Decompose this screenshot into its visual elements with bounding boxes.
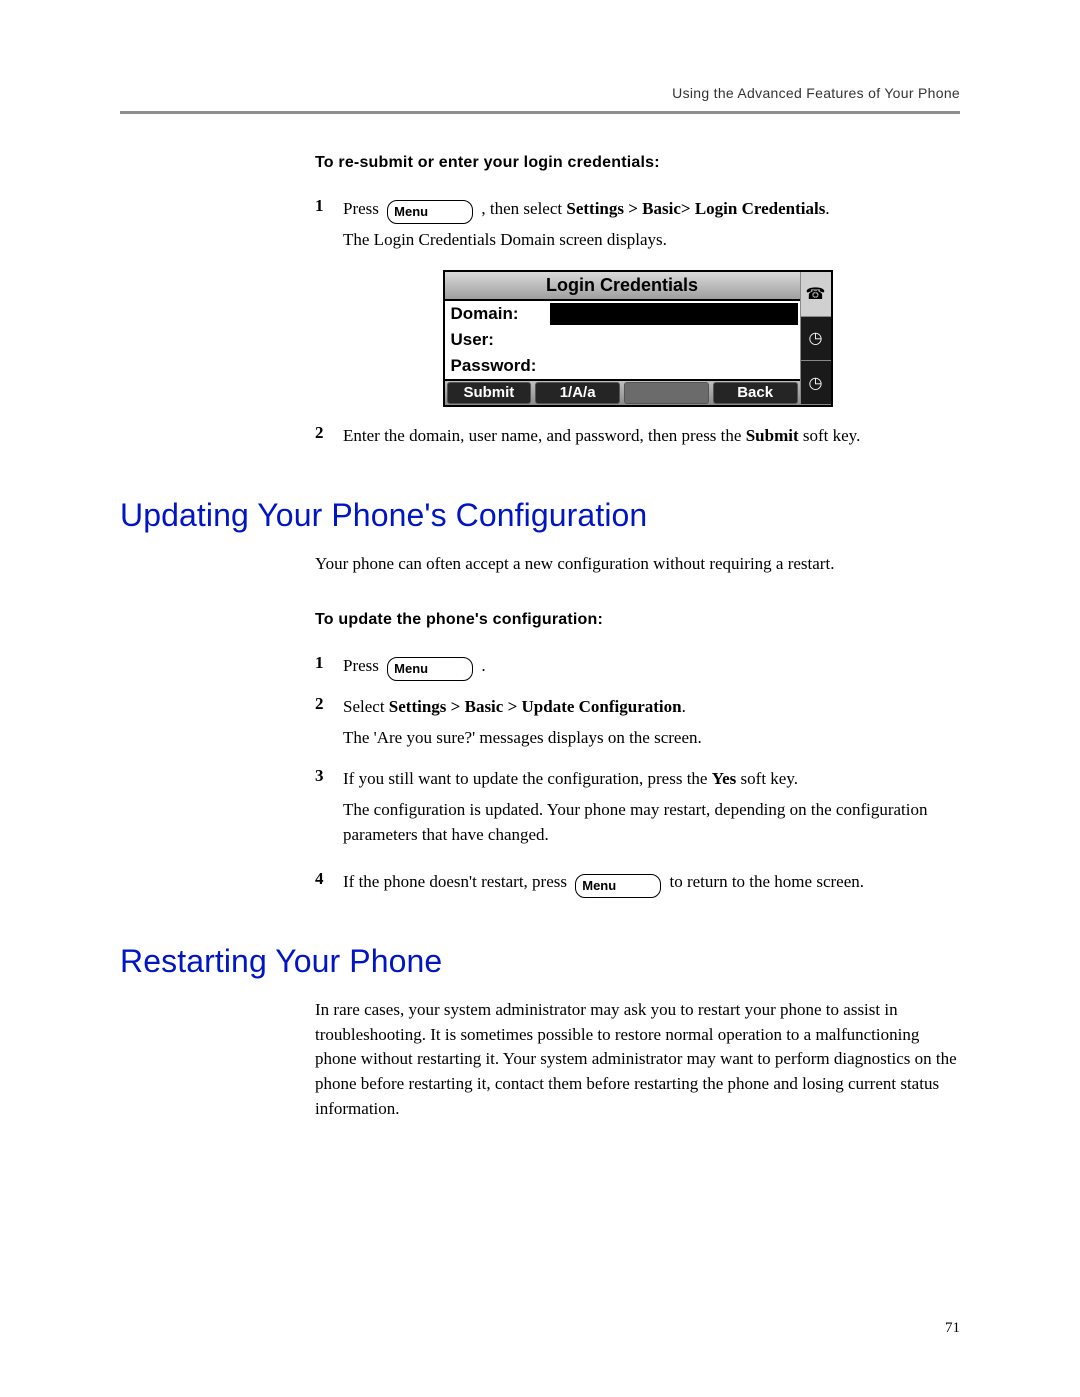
field-label-user: User: (445, 330, 550, 350)
step-text: Press Menu , then select Settings > Basi… (343, 197, 960, 222)
step-text-fragment: If you still want to update the configur… (343, 769, 712, 788)
screen-title: Login Credentials (445, 272, 800, 301)
label-press: Press (343, 656, 379, 675)
step-text: Press Menu . (343, 654, 960, 679)
step-text-fragment: soft key. (736, 769, 798, 788)
field-input-user (550, 329, 800, 351)
period: . (825, 199, 829, 218)
step-text-line2: The Login Credentials Domain screen disp… (343, 228, 960, 253)
step-text-fragment: to return to the home screen. (665, 872, 864, 891)
heading-restarting-phone: Restarting Your Phone (120, 943, 960, 980)
label-press: Press (343, 199, 379, 218)
step-number: 2 (315, 421, 343, 446)
period: . (682, 697, 686, 716)
menu-button-icon: Menu (387, 657, 473, 681)
step-text-line2: The configuration is updated. Your phone… (343, 798, 960, 847)
bold-submit: Submit (746, 426, 799, 445)
subheading-login-credentials: To re-submit or enter your login credent… (315, 154, 960, 172)
step-text-fragment: , then select (477, 199, 566, 218)
step-text: If you still want to update the configur… (343, 767, 960, 792)
step-text: Select Settings > Basic > Update Configu… (343, 695, 960, 720)
step-text: Enter the domain, user name, and passwor… (343, 424, 960, 449)
step-text-fragment: If the phone doesn't restart, press (343, 872, 571, 891)
softkey-empty (624, 382, 709, 404)
intro-restarting-phone: In rare cases, your system administrator… (315, 998, 960, 1121)
menu-button-icon: Menu (387, 200, 473, 224)
field-label-password: Password: (445, 356, 550, 376)
step-text-fragment: . (477, 656, 486, 675)
menu-button-icon: Menu (575, 874, 661, 898)
softkey-submit: Submit (447, 382, 532, 404)
step-number: 1 (315, 194, 343, 219)
step-number: 1 (315, 651, 343, 676)
heading-updating-config: Updating Your Phone's Configuration (120, 497, 960, 534)
step-text-fragment: soft key. (799, 426, 861, 445)
field-input-password (550, 355, 800, 377)
softkey-mode: 1/A/a (535, 382, 620, 404)
page-number: 71 (945, 1320, 960, 1337)
intro-updating-config: Your phone can often accept a new config… (315, 552, 960, 577)
step-text-fragment: Enter the domain, user name, and passwor… (343, 426, 746, 445)
field-label-domain: Domain: (445, 304, 550, 324)
clock-icon: ◷ (801, 361, 831, 405)
step-text: If the phone doesn't restart, press Menu… (343, 870, 960, 895)
step-number: 2 (315, 692, 343, 717)
step-text-line2: The 'Are you sure?' messages displays on… (343, 726, 960, 751)
softkey-back: Back (713, 382, 798, 404)
clock-icon: ◷ (801, 317, 831, 361)
menu-path: Settings > Basic > Update Configuration (389, 697, 682, 716)
menu-path: Settings > Basic> Login Credentials (566, 199, 825, 218)
step-text-fragment: Select (343, 697, 389, 716)
phone-icon: ☎ (801, 272, 831, 316)
subheading-update-config: To update the phone's configuration: (315, 611, 960, 629)
header-divider (120, 111, 960, 114)
bold-yes: Yes (712, 769, 737, 788)
step-number: 3 (315, 764, 343, 789)
step-number: 4 (315, 867, 343, 892)
field-input-domain (550, 303, 798, 325)
running-header: Using the Advanced Features of Your Phon… (120, 85, 960, 101)
phone-screen-login-credentials: Login Credentials Domain: User: Password… (443, 270, 833, 407)
